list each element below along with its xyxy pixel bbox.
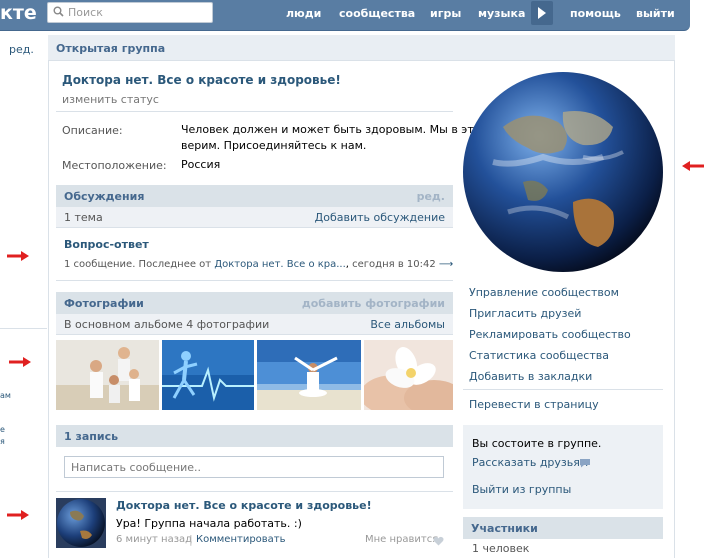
nav-communities[interactable]: сообщества	[339, 7, 415, 20]
top-bar: кте Поиск люди сообщества игры музыка по…	[0, 0, 690, 31]
family-photo-image	[56, 340, 159, 410]
manage-community-link[interactable]: Управление сообществом	[469, 286, 619, 299]
group-name: Доктора нет. Все о красоте и здоровье!	[62, 73, 341, 87]
wall-input-placeholder: Написать сообщение..	[71, 461, 202, 474]
divider	[56, 111, 453, 112]
wall-title[interactable]: 1 запись	[64, 430, 118, 443]
nav-games[interactable]: игры	[430, 7, 461, 20]
change-status-link[interactable]: изменить статус	[62, 93, 159, 106]
discussions-count: 1 тема	[64, 211, 103, 224]
post-time: 6 минут назад	[116, 534, 193, 545]
photos-subbar: В основном альбоме 4 фотографии Все альб…	[56, 314, 453, 335]
left-divider	[0, 328, 47, 329]
members-header: Участники	[463, 517, 663, 539]
member-status: Вы состоите в группе.	[472, 437, 602, 450]
photo-flower-hands[interactable]	[364, 340, 453, 410]
like-button[interactable]: Мне нравится	[365, 534, 438, 545]
wall-header: 1 запись	[56, 425, 453, 447]
group-avatar-globe[interactable]	[463, 72, 663, 272]
membership-box: Вы состоите в группе. Рассказать друзьям…	[463, 425, 663, 509]
comment-link[interactable]: Комментировать	[196, 534, 286, 545]
left-fragment: ам	[0, 391, 11, 400]
description-label: Описание:	[62, 124, 123, 137]
nav-music[interactable]: музыка	[478, 7, 525, 20]
post-text: Ура! Группа начала работать. :)	[116, 517, 302, 530]
photos-title[interactable]: Фотографии	[64, 297, 144, 310]
topic-title[interactable]: Вопрос-ответ	[64, 238, 149, 251]
music-play-button[interactable]	[531, 1, 553, 25]
red-arrow-annotation	[682, 161, 704, 171]
location-value: Россия	[181, 158, 221, 171]
wall-post-input[interactable]: Написать сообщение..	[64, 456, 444, 478]
group-type-title: Открытая группа	[56, 42, 166, 55]
members-count: 1 человек	[472, 542, 530, 555]
discussions-title[interactable]: Обсуждения	[64, 190, 144, 203]
add-discussion-link[interactable]: Добавить обсуждение	[315, 211, 445, 224]
album-info: В основном альбоме 4 фотографии	[64, 318, 270, 331]
seaside-photo-image	[257, 340, 361, 410]
add-bookmark-link[interactable]: Добавить в закладки	[469, 370, 592, 383]
search-placeholder: Поиск	[68, 6, 103, 19]
members-title[interactable]: Участники	[471, 522, 538, 535]
description-line-2: верим. Присоединяйтесь к нам.	[181, 139, 367, 152]
left-edit-link[interactable]: ред.	[9, 43, 34, 56]
divider	[56, 280, 453, 281]
convert-to-page-link[interactable]: Перевести в страницу	[469, 398, 599, 411]
all-albums-link[interactable]: Все альбомы	[370, 318, 445, 331]
tell-friends-link[interactable]: Рассказать друзьям	[472, 456, 588, 469]
topic-meta: 1 сообщение. Последнее от Доктора нет. В…	[64, 259, 454, 270]
invite-friends-link[interactable]: Пригласить друзей	[469, 307, 581, 320]
description-line-1: Человек должен и может быть здоровым. Мы…	[181, 123, 481, 136]
nav-people[interactable]: люди	[286, 7, 321, 20]
flower-photo-image	[364, 340, 453, 410]
left-fragment: я	[0, 437, 5, 446]
photo-runner-xray[interactable]	[162, 340, 254, 410]
nav-logout[interactable]: выйти	[636, 7, 675, 20]
group-type-bar: Открытая группа	[48, 35, 675, 61]
discussions-header: Обсуждения ред.	[56, 185, 453, 207]
divider	[56, 491, 453, 492]
left-fragment: е	[0, 425, 5, 434]
search-icon	[53, 6, 64, 17]
add-photos-link[interactable]: добавить фотографии	[302, 297, 445, 310]
runner-photo-image	[162, 340, 254, 410]
advertise-community-link[interactable]: Рекламировать сообщество	[469, 328, 631, 341]
divider	[463, 389, 663, 390]
photo-family-beach[interactable]	[56, 340, 159, 410]
separator: |	[189, 533, 193, 546]
post-author-link[interactable]: Доктора нет. Все о красоте и здоровье!	[116, 499, 372, 512]
search-input[interactable]: Поиск	[47, 2, 213, 23]
red-arrow-annotation	[7, 251, 29, 261]
site-logo[interactable]: кте	[0, 2, 37, 24]
topic-time: сегодня в 10:42	[352, 259, 436, 270]
location-label: Местоположение:	[62, 159, 167, 172]
discussions-edit-link[interactable]: ред.	[417, 190, 445, 203]
play-icon	[538, 7, 546, 19]
photo-woman-seaside[interactable]	[257, 340, 361, 410]
post-avatar[interactable]	[56, 498, 106, 548]
photos-header: Фотографии добавить фотографии	[56, 292, 453, 314]
community-stats-link[interactable]: Статистика сообщества	[469, 349, 609, 362]
topic-author-link[interactable]: Доктора нет. Все о кра...	[214, 259, 345, 270]
speech-bubble-icon	[580, 459, 590, 468]
nav-help[interactable]: помощь	[570, 7, 621, 20]
red-arrow-annotation	[7, 510, 29, 520]
topic-arrow-icon[interactable]: ⟶	[439, 259, 453, 270]
leave-group-link[interactable]: Выйти из группы	[472, 483, 571, 496]
discussions-subbar: 1 тема Добавить обсуждение	[56, 207, 453, 228]
red-arrow-annotation	[9, 357, 31, 367]
heart-icon[interactable]	[433, 536, 444, 546]
topic-meta-prefix: 1 сообщение. Последнее от	[64, 259, 212, 270]
